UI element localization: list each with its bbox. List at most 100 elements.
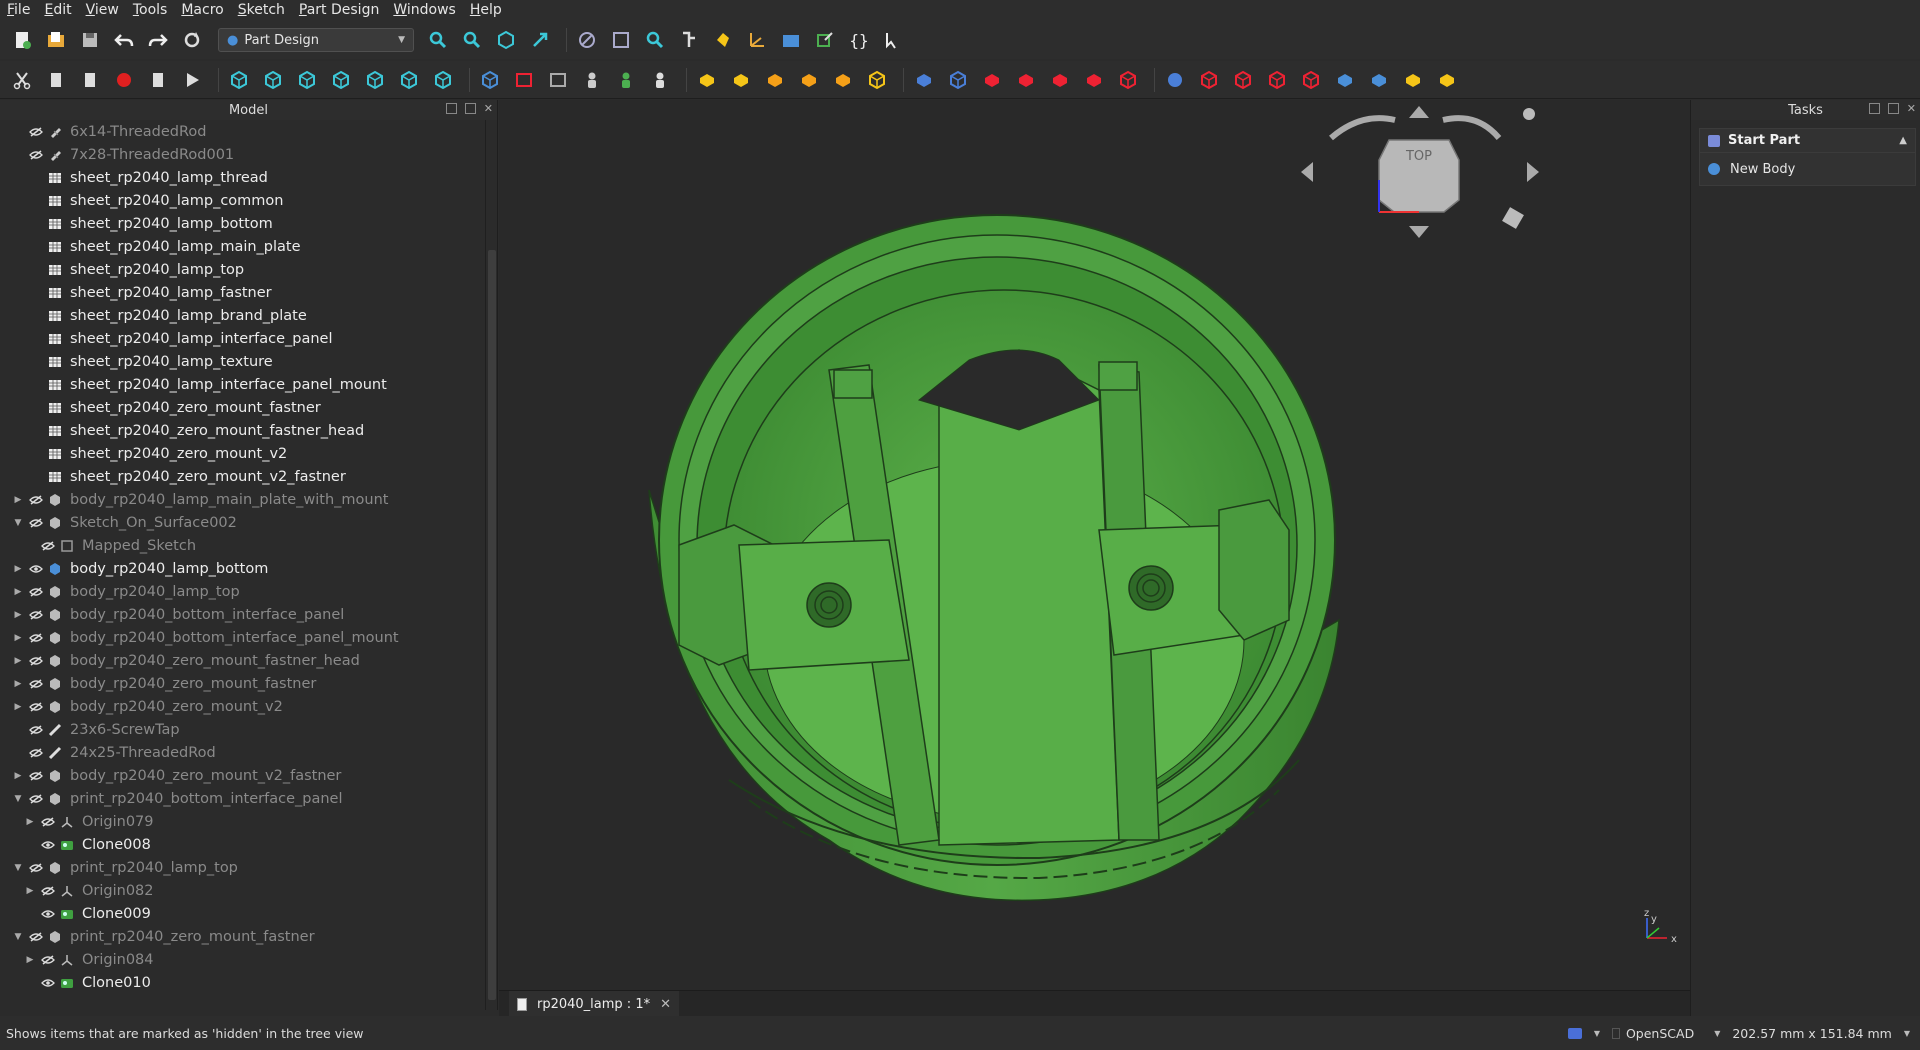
view-left-icon[interactable] bbox=[429, 66, 457, 94]
draft-icon[interactable] bbox=[1263, 66, 1291, 94]
eye-visible-icon[interactable] bbox=[40, 907, 56, 921]
tree-item[interactable]: sheet_rp2040_lamp_interface_panel_mount bbox=[0, 373, 484, 396]
save-document-button[interactable] bbox=[76, 26, 104, 54]
create-body-icon[interactable] bbox=[476, 66, 504, 94]
tree-item[interactable]: ▶ body_rp2040_bottom_interface_panel_moun… bbox=[0, 626, 484, 649]
eye-visible-icon[interactable] bbox=[28, 562, 44, 576]
expand-arrow-icon[interactable]: ▶ bbox=[12, 495, 24, 505]
dock-float-icon[interactable] bbox=[1868, 103, 1880, 114]
navigation-style-selector[interactable]: OpenSCAD ▼ bbox=[1611, 1026, 1720, 1041]
eye-hidden-icon[interactable] bbox=[28, 148, 44, 162]
collapse-arrow-icon[interactable]: ▼ bbox=[12, 518, 24, 528]
tree-item[interactable]: sheet_rp2040_zero_mount_v2 bbox=[0, 442, 484, 465]
open-document-button[interactable] bbox=[42, 26, 70, 54]
tree-item[interactable]: 24x25-ThreadedRod bbox=[0, 741, 484, 764]
eye-hidden-icon[interactable] bbox=[28, 125, 44, 139]
tree-item[interactable]: Clone010 bbox=[0, 971, 484, 994]
tree-item[interactable]: ▶ Origin084 bbox=[0, 948, 484, 971]
eye-visible-icon[interactable] bbox=[40, 976, 56, 990]
cut-icon[interactable] bbox=[8, 66, 36, 94]
tree-item[interactable]: ▼ print_rp2040_bottom_interface_panel bbox=[0, 787, 484, 810]
tree-item[interactable]: Clone008 bbox=[0, 833, 484, 856]
expand-arrow-icon[interactable]: ▶ bbox=[12, 702, 24, 712]
undo-button[interactable] bbox=[110, 26, 138, 54]
eye-hidden-icon[interactable] bbox=[28, 631, 44, 645]
tree-item[interactable]: sheet_rp2040_lamp_fastner bbox=[0, 281, 484, 304]
tree-item[interactable]: ▶ Origin079 bbox=[0, 810, 484, 833]
expand-arrow-icon[interactable]: ▶ bbox=[12, 610, 24, 620]
refresh-button[interactable] bbox=[178, 26, 206, 54]
tree-item[interactable]: sheet_rp2040_zero_mount_v2_fastner bbox=[0, 465, 484, 488]
polar-pattern-icon[interactable] bbox=[1399, 66, 1427, 94]
eye-hidden-icon[interactable] bbox=[28, 654, 44, 668]
tree-item[interactable]: sheet_rp2040_lamp_bottom bbox=[0, 212, 484, 235]
navigation-style-icon[interactable] bbox=[1567, 1027, 1582, 1039]
menu-macro[interactable]: Macro bbox=[174, 0, 230, 21]
measure-icon[interactable] bbox=[641, 26, 669, 54]
collapse-arrow-icon[interactable]: ▼ bbox=[12, 794, 24, 804]
menu-file[interactable]: File bbox=[0, 0, 37, 21]
fit-selection-icon[interactable] bbox=[458, 26, 486, 54]
validate-sketch-icon[interactable] bbox=[544, 66, 572, 94]
tree-item[interactable]: ▶ body_rp2040_zero_mount_v2_fastner bbox=[0, 764, 484, 787]
subtractive-helix-icon[interactable] bbox=[1080, 66, 1108, 94]
tree-item[interactable]: ▶ body_rp2040_lamp_top bbox=[0, 580, 484, 603]
expand-arrow-icon[interactable]: ▶ bbox=[24, 886, 36, 896]
macro-edit-icon[interactable] bbox=[144, 66, 172, 94]
paste-icon[interactable] bbox=[76, 66, 104, 94]
tree-item[interactable]: ▶ body_rp2040_zero_mount_v2 bbox=[0, 695, 484, 718]
document-tab[interactable]: rp2040_lamp : 1* ✕ bbox=[509, 991, 679, 1017]
eye-hidden-icon[interactable] bbox=[28, 792, 44, 806]
eye-hidden-icon[interactable] bbox=[28, 585, 44, 599]
caliper-icon[interactable] bbox=[675, 26, 703, 54]
fit-all-icon[interactable] bbox=[424, 26, 452, 54]
new-body-task[interactable]: New Body bbox=[1700, 153, 1915, 185]
menu-view[interactable]: View bbox=[79, 0, 126, 21]
menu-part-design[interactable]: Part Design bbox=[292, 0, 386, 21]
expand-arrow-icon[interactable]: ▶ bbox=[12, 771, 24, 781]
navigation-cube[interactable]: TOP bbox=[1301, 106, 1539, 238]
tree-item[interactable]: sheet_rp2040_lamp_top bbox=[0, 258, 484, 281]
eye-hidden-icon[interactable] bbox=[28, 700, 44, 714]
eye-hidden-icon[interactable] bbox=[28, 769, 44, 783]
close-icon[interactable]: ✕ bbox=[660, 997, 671, 1012]
subtractive-pipe-icon[interactable] bbox=[1046, 66, 1074, 94]
menu-help[interactable]: Help bbox=[463, 0, 509, 21]
expand-arrow-icon[interactable]: ▶ bbox=[12, 587, 24, 597]
additive-loft-icon[interactable] bbox=[761, 66, 789, 94]
chamfer-icon[interactable] bbox=[1229, 66, 1257, 94]
sync-view-icon[interactable] bbox=[526, 26, 554, 54]
pocket-icon[interactable] bbox=[910, 66, 938, 94]
eye-hidden-icon[interactable] bbox=[28, 608, 44, 622]
whats-this-icon[interactable] bbox=[879, 26, 907, 54]
eye-hidden-icon[interactable] bbox=[28, 746, 44, 760]
tree-item[interactable]: Clone009 bbox=[0, 902, 484, 925]
expand-arrow-icon[interactable]: ▶ bbox=[12, 564, 24, 574]
copy-icon[interactable] bbox=[42, 66, 70, 94]
revolution-icon[interactable] bbox=[727, 66, 755, 94]
group-folder-icon[interactable] bbox=[777, 26, 805, 54]
thickness-icon[interactable] bbox=[1297, 66, 1325, 94]
additive-helix-icon[interactable] bbox=[829, 66, 857, 94]
macro-play-icon[interactable] bbox=[178, 66, 206, 94]
create-sketch-icon[interactable] bbox=[510, 66, 538, 94]
draw-style-icon[interactable] bbox=[573, 26, 601, 54]
dock-restore-icon[interactable] bbox=[1887, 103, 1899, 114]
macro-braces-icon[interactable]: {} bbox=[845, 26, 873, 54]
tree-item[interactable]: ▼ print_rp2040_zero_mount_fastner bbox=[0, 925, 484, 948]
tree-item[interactable]: sheet_rp2040_lamp_common bbox=[0, 189, 484, 212]
close-icon[interactable]: ✕ bbox=[1907, 103, 1916, 114]
menu-tools[interactable]: Tools bbox=[126, 0, 175, 21]
axis-icon[interactable] bbox=[743, 26, 771, 54]
close-icon[interactable]: ✕ bbox=[484, 103, 493, 114]
tree-item[interactable]: sheet_rp2040_zero_mount_fastner_head bbox=[0, 419, 484, 442]
view-right-icon[interactable] bbox=[327, 66, 355, 94]
new-document-button[interactable] bbox=[8, 26, 36, 54]
tree-item[interactable]: sheet_rp2040_lamp_texture bbox=[0, 350, 484, 373]
chevron-down-icon[interactable]: ▼ bbox=[1594, 1029, 1600, 1038]
tree-item[interactable]: sheet_rp2040_zero_mount_fastner bbox=[0, 396, 484, 419]
part-icon[interactable] bbox=[709, 26, 737, 54]
tree-item[interactable]: ▼ Sketch_On_Surface002 bbox=[0, 511, 484, 534]
dock-float-icon[interactable] bbox=[445, 103, 457, 114]
subshape-binder-icon[interactable] bbox=[612, 66, 640, 94]
